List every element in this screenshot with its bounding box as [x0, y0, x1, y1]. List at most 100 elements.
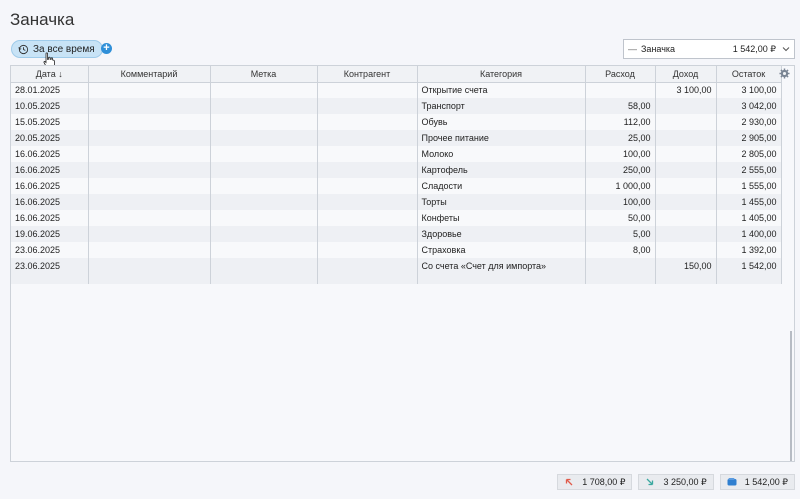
cell-balance[interactable]: 2 930,00 [716, 114, 782, 130]
cell-date[interactable]: 19.06.2025 [11, 226, 89, 242]
cell-comment[interactable] [88, 162, 211, 178]
cell-expense[interactable]: 112,00 [585, 114, 656, 130]
cell-payee[interactable] [317, 130, 418, 146]
cell-date[interactable]: 16.06.2025 [11, 194, 89, 210]
cell-date[interactable]: 23.06.2025 [11, 258, 89, 274]
cell-income[interactable]: 150,00 [655, 258, 717, 274]
cell-date[interactable]: 16.06.2025 [11, 146, 89, 162]
cell-payee[interactable] [317, 146, 418, 162]
table-row[interactable]: 28.01.2025 Открытие счета 3 100,00 3 100,00 [11, 82, 782, 98]
cell-income[interactable] [655, 162, 717, 178]
cell-comment[interactable] [88, 210, 211, 226]
cell-expense[interactable]: 8,00 [585, 242, 656, 258]
table-empty-row[interactable] [11, 274, 782, 284]
cell-empty[interactable] [210, 274, 318, 284]
cell-tag[interactable] [210, 242, 318, 258]
cell-income[interactable] [655, 146, 717, 162]
cell-balance[interactable]: 2 905,00 [716, 130, 782, 146]
cell-expense[interactable]: 100,00 [585, 194, 656, 210]
cell-tag[interactable] [210, 130, 318, 146]
cell-tag[interactable] [210, 162, 318, 178]
cell-empty[interactable] [417, 274, 586, 284]
cell-payee[interactable] [317, 162, 418, 178]
cell-category[interactable]: Торты [417, 194, 586, 210]
cell-category[interactable]: Конфеты [417, 210, 586, 226]
cell-empty[interactable] [716, 274, 782, 284]
table-row[interactable]: 19.06.2025 Здоровье 5,00 1 400,00 [11, 226, 782, 242]
cell-expense[interactable]: 25,00 [585, 130, 656, 146]
cell-expense[interactable]: 58,00 [585, 98, 656, 114]
cell-tag[interactable] [210, 178, 318, 194]
cell-balance[interactable]: 2 555,00 [716, 162, 782, 178]
cell-balance[interactable]: 1 455,00 [716, 194, 782, 210]
cell-date[interactable]: 10.05.2025 [11, 98, 89, 114]
column-date-header[interactable]: Дата ↓ [11, 66, 89, 83]
cell-payee[interactable] [317, 114, 418, 130]
cell-date[interactable]: 28.01.2025 [11, 82, 89, 98]
cell-expense[interactable]: 5,00 [585, 226, 656, 242]
table-row[interactable]: 16.06.2025 Конфеты 50,00 1 405,00 [11, 210, 782, 226]
cell-payee[interactable] [317, 178, 418, 194]
cell-category[interactable]: Здоровье [417, 226, 586, 242]
cell-expense[interactable]: 250,00 [585, 162, 656, 178]
cell-category[interactable]: Обувь [417, 114, 586, 130]
cell-comment[interactable] [88, 98, 211, 114]
cell-income[interactable] [655, 114, 717, 130]
cell-empty[interactable] [585, 274, 656, 284]
cell-tag[interactable] [210, 210, 318, 226]
cell-balance[interactable]: 1 400,00 [716, 226, 782, 242]
cell-comment[interactable] [88, 194, 211, 210]
cell-date[interactable]: 23.06.2025 [11, 242, 89, 258]
column-payee-header[interactable]: Контрагент [317, 66, 418, 83]
gear-icon[interactable] [779, 68, 790, 79]
cell-expense[interactable]: 50,00 [585, 210, 656, 226]
column-category-header[interactable]: Категория [417, 66, 586, 83]
column-tag-header[interactable]: Метка [210, 66, 318, 83]
cell-comment[interactable] [88, 146, 211, 162]
cell-category[interactable]: Транспорт [417, 98, 586, 114]
cell-category[interactable]: Открытие счета [417, 82, 586, 98]
cell-expense[interactable]: 100,00 [585, 146, 656, 162]
table-row[interactable]: 16.06.2025 Молоко 100,00 2 805,00 [11, 146, 782, 162]
cell-income[interactable] [655, 194, 717, 210]
cell-empty[interactable] [317, 274, 418, 284]
cell-expense[interactable] [585, 258, 656, 274]
cell-comment[interactable] [88, 242, 211, 258]
cell-tag[interactable] [210, 194, 318, 210]
cell-date[interactable]: 20.05.2025 [11, 130, 89, 146]
cell-tag[interactable] [210, 226, 318, 242]
period-filter-button[interactable]: За все время [11, 40, 103, 58]
cell-empty[interactable] [88, 274, 211, 284]
cell-category[interactable]: Страховка [417, 242, 586, 258]
cell-income[interactable] [655, 210, 717, 226]
cell-category[interactable]: Молоко [417, 146, 586, 162]
table-row[interactable]: 16.06.2025 Картофель 250,00 2 555,00 [11, 162, 782, 178]
cell-comment[interactable] [88, 178, 211, 194]
cell-payee[interactable] [317, 226, 418, 242]
cell-payee[interactable] [317, 210, 418, 226]
cell-empty[interactable] [655, 274, 717, 284]
cell-payee[interactable] [317, 194, 418, 210]
cell-date[interactable]: 16.06.2025 [11, 178, 89, 194]
table-row[interactable]: 16.06.2025 Сладости 1 000,00 1 555,00 [11, 178, 782, 194]
cell-balance[interactable]: 3 100,00 [716, 82, 782, 98]
cell-balance[interactable]: 1 405,00 [716, 210, 782, 226]
column-expense-header[interactable]: Расход [585, 66, 656, 83]
cell-date[interactable]: 16.06.2025 [11, 162, 89, 178]
cell-income[interactable] [655, 226, 717, 242]
cell-income[interactable] [655, 98, 717, 114]
cell-date[interactable]: 15.05.2025 [11, 114, 89, 130]
cell-balance[interactable]: 3 042,00 [716, 98, 782, 114]
cell-comment[interactable] [88, 130, 211, 146]
cell-category[interactable]: Сладости [417, 178, 586, 194]
cell-payee[interactable] [317, 242, 418, 258]
cell-comment[interactable] [88, 258, 211, 274]
cell-income[interactable] [655, 178, 717, 194]
cell-balance[interactable]: 1 392,00 [716, 242, 782, 258]
cell-income[interactable]: 3 100,00 [655, 82, 717, 98]
table-row[interactable]: 23.06.2025 Со счета «Счет для импорта» 150… [11, 258, 782, 274]
add-filter-button[interactable]: + [101, 43, 112, 54]
cell-comment[interactable] [88, 226, 211, 242]
table-row[interactable]: 16.06.2025 Торты 100,00 1 455,00 [11, 194, 782, 210]
cell-payee[interactable] [317, 82, 418, 98]
